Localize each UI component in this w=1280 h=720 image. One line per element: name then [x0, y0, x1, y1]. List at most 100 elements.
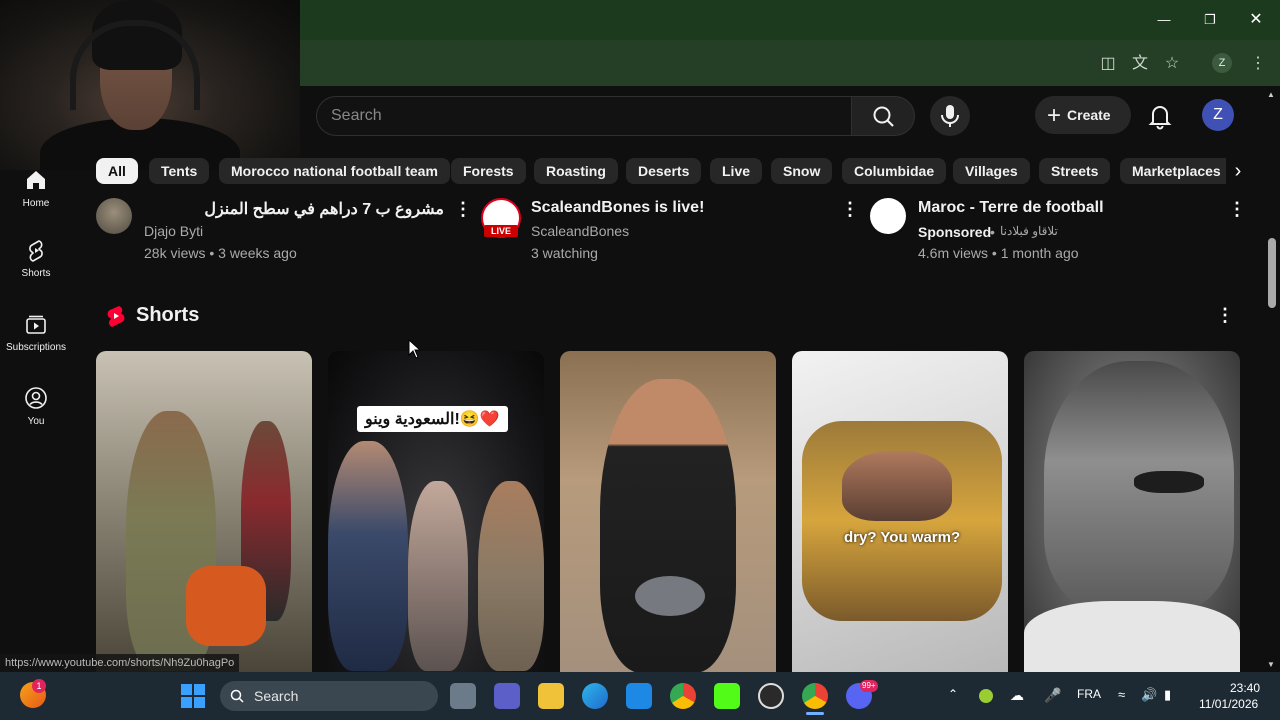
webcam-overlay: [0, 0, 300, 170]
chevron-right-icon[interactable]: ›: [1226, 158, 1250, 184]
chip-morocco-football[interactable]: Morocco national football team: [219, 158, 450, 184]
channel-name[interactable]: تلاقاو فبلادنا: [1000, 224, 1058, 238]
channel-avatar[interactable]: [96, 198, 132, 234]
translate-icon[interactable]: 文: [1128, 52, 1152, 76]
notifications-button[interactable]: [1140, 96, 1180, 136]
chip-live[interactable]: Live: [710, 158, 763, 184]
chip-marketplaces[interactable]: Marketplaces: [1120, 158, 1233, 184]
microphone-icon: [941, 105, 959, 127]
wifi-icon[interactable]: ≈: [1118, 687, 1125, 702]
create-label: Create: [1067, 107, 1111, 123]
bookmark-star-icon[interactable]: ☆: [1160, 52, 1184, 76]
account-avatar[interactable]: Z: [1202, 99, 1234, 131]
discord-badge: 99+: [860, 680, 878, 692]
nav-you[interactable]: You: [0, 386, 72, 456]
chrome-icon[interactable]: [670, 683, 696, 709]
plus-icon: +: [1047, 102, 1062, 129]
subscriptions-icon: [26, 315, 46, 334]
task-view-icon[interactable]: [450, 683, 476, 709]
chip-forests[interactable]: Forests: [451, 158, 526, 184]
cloud-icon[interactable]: ☁: [1010, 687, 1024, 704]
taskbar-search[interactable]: Search: [220, 681, 438, 711]
nav-subscriptions[interactable]: Subscriptions: [0, 312, 72, 382]
short-thumbnail[interactable]: [560, 351, 776, 673]
more-options-icon[interactable]: ⋮: [1228, 199, 1246, 219]
short-thumbnail[interactable]: [1024, 351, 1240, 673]
short-caption: السعودية وينو!😆❤️: [357, 406, 508, 432]
scroll-down-icon[interactable]: ▼: [1267, 660, 1275, 669]
chip-tents[interactable]: Tents: [149, 158, 210, 184]
sponsored-label: Sponsored: [918, 224, 992, 240]
short-caption: dry? You warm?: [844, 529, 961, 546]
taskbar-search-label: Search: [254, 688, 299, 704]
scrollbar-track[interactable]: [1266, 88, 1278, 672]
more-options-icon[interactable]: ⋮: [454, 199, 472, 219]
chip-villages[interactable]: Villages: [953, 158, 1030, 184]
obs-icon[interactable]: [758, 683, 784, 709]
restore-button[interactable]: ❐: [1187, 8, 1233, 32]
clock-time[interactable]: 23:40: [1230, 681, 1260, 695]
minimize-button[interactable]: —: [1141, 8, 1187, 32]
shorts-heading: Shorts: [136, 304, 200, 326]
short-thumbnail[interactable]: [96, 351, 312, 673]
tray-app-icon[interactable]: [979, 689, 993, 703]
nav-subscriptions-label: Subscriptions: [5, 342, 67, 353]
browser-menu-icon[interactable]: ⋮: [1246, 52, 1270, 76]
file-explorer-icon[interactable]: [538, 683, 564, 709]
scroll-up-icon[interactable]: ▲: [1267, 90, 1275, 99]
chip-columbidae[interactable]: Columbidae: [842, 158, 947, 184]
chip-all[interactable]: All: [96, 158, 138, 184]
microsoft-store-icon[interactable]: [626, 683, 652, 709]
nav-shorts-label: Shorts: [21, 268, 51, 279]
scrollbar-thumb[interactable]: [1268, 238, 1276, 308]
search-box[interactable]: [316, 96, 852, 136]
short-thumbnail[interactable]: dry? You warm?: [792, 351, 1008, 673]
teams-icon[interactable]: [494, 683, 520, 709]
edge-icon[interactable]: [582, 683, 608, 709]
chrome-profile-icon[interactable]: [802, 683, 828, 709]
active-app-indicator: [806, 712, 824, 715]
shorts-icon: [29, 240, 43, 262]
nav-you-label: You: [27, 416, 45, 427]
volume-icon[interactable]: 🔊: [1141, 687, 1157, 703]
chip-snow[interactable]: Snow: [771, 158, 833, 184]
video-title[interactable]: Maroc - Terre de football: [918, 199, 1104, 217]
search-input[interactable]: [331, 97, 831, 135]
nav-shorts[interactable]: Shorts: [0, 238, 72, 308]
chip-roasting[interactable]: Roasting: [534, 158, 618, 184]
search-button[interactable]: [851, 96, 915, 136]
video-stats: 3 watching: [531, 245, 598, 261]
clock-date[interactable]: 11/01/2026: [1199, 697, 1258, 711]
bell-icon: [1148, 106, 1172, 130]
chip-deserts[interactable]: Deserts: [626, 158, 702, 184]
home-icon: [27, 171, 45, 189]
separator-dot: •: [990, 224, 995, 240]
windows-start-icon[interactable]: [180, 683, 206, 709]
more-options-icon[interactable]: ⋮: [841, 199, 859, 219]
nav-home[interactable]: Home: [0, 168, 72, 238]
search-icon: [230, 689, 244, 703]
video-stats: 4.6m views • 1 month ago: [918, 245, 1079, 261]
kick-icon[interactable]: [714, 683, 740, 709]
chip-streets[interactable]: Streets: [1039, 158, 1111, 184]
microphone-icon[interactable]: 🎤: [1044, 687, 1061, 704]
user-circle-icon: [25, 387, 47, 409]
browser-profile-avatar[interactable]: Z: [1212, 53, 1232, 73]
create-button[interactable]: + Create: [1035, 96, 1131, 134]
install-app-icon[interactable]: ◫: [1096, 52, 1120, 76]
video-title[interactable]: ScaleandBones is live!: [531, 199, 704, 217]
language-indicator[interactable]: FRA: [1077, 687, 1101, 701]
nav-home-label: Home: [22, 198, 50, 209]
short-thumbnail[interactable]: السعودية وينو!😆❤️: [328, 351, 544, 673]
chevron-up-icon[interactable]: ⌃: [948, 687, 958, 701]
channel-avatar[interactable]: [870, 198, 906, 234]
search-icon: [873, 106, 894, 127]
channel-name[interactable]: ScaleandBones: [531, 223, 629, 239]
live-badge: LIVE: [484, 225, 518, 237]
close-button[interactable]: ✕: [1233, 8, 1279, 32]
battery-icon[interactable]: ▮: [1164, 687, 1171, 703]
video-title[interactable]: مشروع ب 7 دراهم في سطح المنزل: [144, 199, 444, 219]
voice-search-button[interactable]: [930, 96, 970, 136]
channel-name[interactable]: Djajo Byti: [144, 223, 203, 239]
more-options-icon[interactable]: ⋮: [1216, 305, 1234, 325]
